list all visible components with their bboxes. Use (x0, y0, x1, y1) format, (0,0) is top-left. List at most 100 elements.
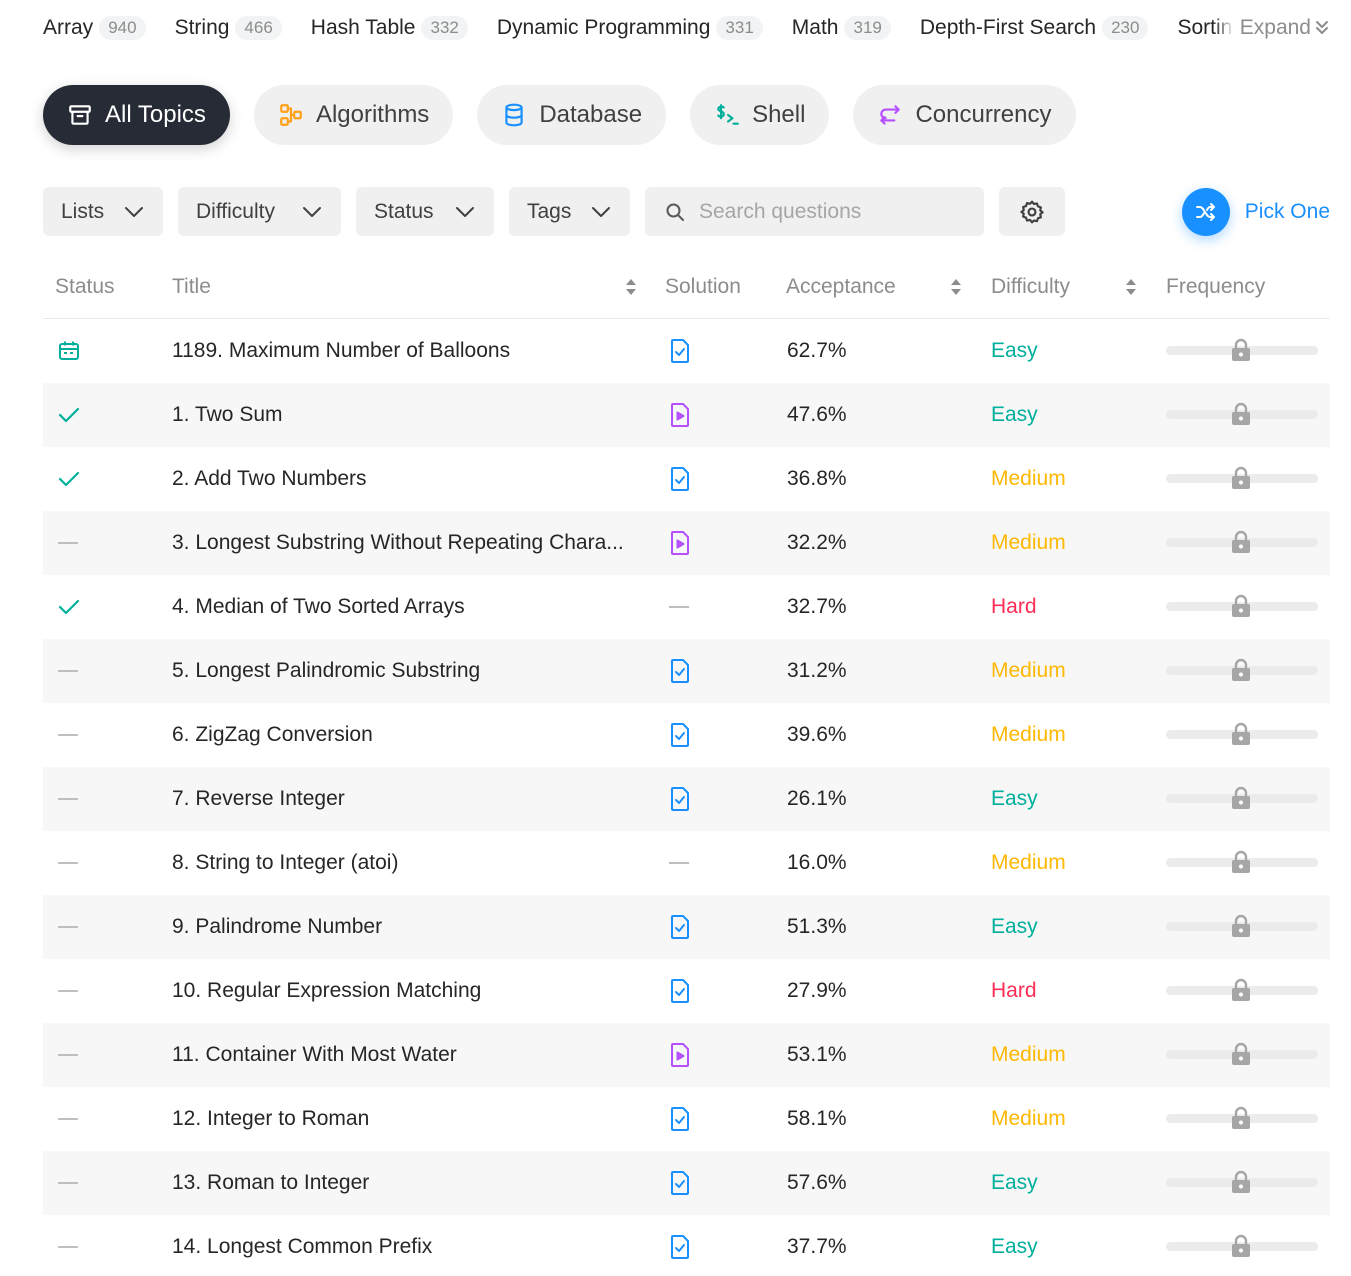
table-row[interactable]: 2. Add Two Numbers 36.8% Medium (43, 447, 1330, 511)
category-database[interactable]: Database (477, 85, 667, 145)
table-row[interactable]: 1. Two Sum 47.6% Easy (43, 383, 1330, 447)
question-title-link[interactable]: 2. Add Two Numbers (172, 447, 367, 511)
topic-tag[interactable]: Hash Table 332 (311, 16, 468, 40)
solution-cell[interactable] (669, 959, 691, 1023)
table-row[interactable]: 11. Container With Most Water 53.1% Medium (43, 1023, 1330, 1087)
solution-cell[interactable] (669, 767, 691, 831)
question-title-link[interactable]: 14. Longest Common Prefix (172, 1215, 432, 1276)
solution-cell[interactable] (669, 895, 691, 959)
solution-cell[interactable] (669, 1215, 691, 1276)
topic-tag[interactable]: Math 319 (792, 16, 891, 40)
question-title-link[interactable]: 7. Reverse Integer (172, 767, 345, 831)
solution-article-icon (669, 1170, 691, 1196)
table-row[interactable]: 7. Reverse Integer 26.1% Easy (43, 767, 1330, 831)
topic-tag[interactable]: Dynamic Programming 331 (497, 16, 763, 40)
tag-count-badge: 331 (716, 16, 763, 40)
acceptance-rate: 27.9% (787, 979, 847, 1002)
tags-dropdown[interactable]: Tags (509, 187, 630, 236)
question-title-link[interactable]: 3. Longest Substring Without Repeating C… (172, 511, 624, 575)
dash-icon (58, 798, 78, 800)
category-concurrency[interactable]: Concurrency (853, 85, 1076, 145)
solution-cell[interactable] (669, 319, 691, 383)
table-row[interactable]: 6. ZigZag Conversion 39.6% Medium (43, 703, 1330, 767)
table-row[interactable]: 12. Integer to Roman 58.1% Medium (43, 1087, 1330, 1151)
search-input[interactable] (699, 199, 969, 224)
difficulty-label: Easy (991, 1235, 1038, 1258)
question-title-link[interactable]: 9. Palindrome Number (172, 895, 382, 959)
frequency-bar (1166, 575, 1318, 639)
table-row[interactable]: 8. String to Integer (atoi) 16.0% Medium (43, 831, 1330, 895)
flow-icon (278, 102, 304, 128)
lock-icon (1230, 978, 1252, 1002)
solution-cell[interactable] (669, 383, 691, 447)
question-title-link[interactable]: 8. String to Integer (atoi) (172, 831, 398, 895)
status-cell (58, 575, 80, 639)
question-title-link[interactable]: 6. ZigZag Conversion (172, 703, 373, 767)
expand-label: Expand (1239, 16, 1311, 39)
frequency-bar (1166, 319, 1318, 383)
acceptance-rate: 36.8% (787, 467, 847, 490)
solution-cell[interactable] (669, 703, 691, 767)
difficulty-label: Easy (991, 403, 1038, 426)
pick-one-button[interactable]: Pick One (1181, 187, 1330, 236)
question-title-link[interactable]: 10. Regular Expression Matching (172, 959, 481, 1023)
settings-button[interactable] (999, 187, 1065, 236)
dash-icon (58, 670, 78, 672)
difficulty-label: Hard (991, 979, 1037, 1002)
difficulty-label: Easy (991, 787, 1038, 810)
column-difficulty[interactable]: Difficulty (991, 255, 1137, 319)
table-row[interactable]: 4. Median of Two Sorted Arrays 32.7% Hard (43, 575, 1330, 639)
topic-tag[interactable]: String 466 (175, 16, 282, 40)
check-icon (58, 406, 80, 424)
expand-tags-button[interactable]: Expand (1213, 12, 1333, 44)
topic-tag[interactable]: Array 940 (43, 16, 146, 40)
question-title-link[interactable]: 4. Median of Two Sorted Arrays (172, 575, 465, 639)
solution-cell[interactable] (669, 1023, 691, 1087)
table-row[interactable]: 13. Roman to Integer 57.6% Easy (43, 1151, 1330, 1215)
dash-icon (58, 1054, 78, 1056)
question-title-link[interactable]: 1189. Maximum Number of Balloons (172, 319, 510, 383)
solution-article-icon (669, 466, 691, 492)
shuffle-button[interactable] (1181, 187, 1230, 236)
question-title-link[interactable]: 5. Longest Palindromic Substring (172, 639, 480, 703)
table-row[interactable]: 3. Longest Substring Without Repeating C… (43, 511, 1330, 575)
frequency-bar (1166, 1087, 1318, 1151)
column-label: Acceptance (786, 275, 896, 298)
category-all-topics[interactable]: All Topics (43, 85, 230, 145)
tag-count-badge: 940 (99, 16, 146, 40)
question-title-link[interactable]: 11. Container With Most Water (172, 1023, 457, 1087)
table-row[interactable]: 5. Longest Palindromic Substring 31.2% Med… (43, 639, 1330, 703)
solution-cell[interactable] (669, 1151, 691, 1215)
solution-cell[interactable] (669, 447, 691, 511)
tag-count-badge: 466 (235, 16, 282, 40)
table-row[interactable]: 10. Regular Expression Matching 27.9% Hard (43, 959, 1330, 1023)
lock-icon (1230, 1042, 1252, 1066)
difficulty-label: Medium (991, 531, 1066, 554)
topic-tag[interactable]: Depth-First Search 230 (920, 16, 1149, 40)
column-title[interactable]: Title (172, 255, 637, 319)
table-row[interactable]: 9. Palindrome Number 51.3% Easy (43, 895, 1330, 959)
table-row[interactable]: 1189. Maximum Number of Balloons 62.7% Eas… (43, 319, 1330, 383)
category-shell[interactable]: Shell (690, 85, 830, 145)
table-row[interactable]: 14. Longest Common Prefix 37.7% Easy (43, 1215, 1330, 1276)
category-algorithms[interactable]: Algorithms (253, 85, 454, 145)
difficulty-dropdown[interactable]: Difficulty (178, 187, 341, 236)
status-cell (58, 831, 78, 895)
question-title-link[interactable]: 1. Two Sum (172, 383, 283, 447)
tag-name: Math (791, 16, 839, 39)
frequency-bar (1166, 1215, 1318, 1276)
question-title-link[interactable]: 12. Integer to Roman (172, 1087, 369, 1151)
column-solution: Solution (665, 255, 741, 319)
tag-name: Depth-First Search (919, 16, 1097, 39)
solution-cell[interactable] (669, 639, 691, 703)
gear-icon (1020, 200, 1044, 223)
lists-dropdown[interactable]: Lists (43, 187, 163, 236)
column-acceptance[interactable]: Acceptance (786, 255, 962, 319)
check-icon (58, 470, 80, 488)
question-title-link[interactable]: 13. Roman to Integer (172, 1151, 369, 1215)
double-chevron-down-icon (1316, 21, 1328, 34)
status-dropdown[interactable]: Status (356, 187, 494, 236)
filter-bar: Lists Difficulty Status Tags Pick One (43, 187, 1330, 236)
solution-cell[interactable] (669, 1087, 691, 1151)
solution-cell[interactable] (669, 511, 691, 575)
